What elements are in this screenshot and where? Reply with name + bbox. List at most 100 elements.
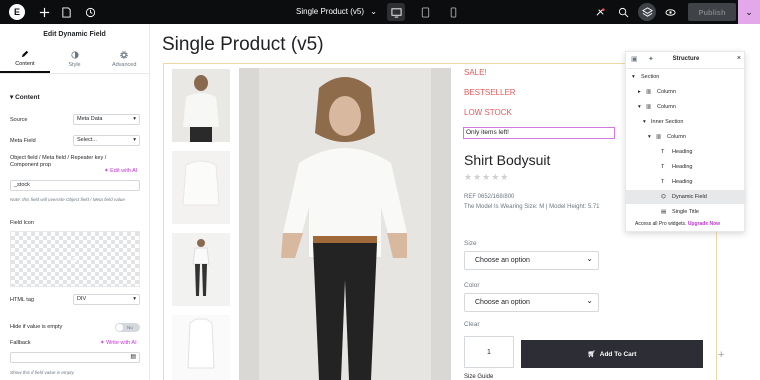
sale-badge[interactable]: SALE! xyxy=(464,68,487,77)
section-content-header[interactable]: ▾ Content xyxy=(10,93,40,101)
hide-if-empty-toggle[interactable]: No xyxy=(115,323,140,332)
tree-item-label: Dynamic Field xyxy=(672,194,707,200)
tree-item-single-title[interactable]: ▤ Single Title xyxy=(626,205,746,219)
tab-content[interactable]: Content xyxy=(0,46,50,73)
mobile-icon[interactable] xyxy=(445,4,461,20)
write-with-ai-label: Write with AI xyxy=(106,340,137,346)
tree-item-column[interactable]: ▸ ▥ Column xyxy=(626,85,746,99)
section-label: Content xyxy=(15,94,40,101)
product-thumbnail[interactable] xyxy=(172,233,230,306)
meta-field-label: Meta Field xyxy=(10,138,36,144)
page-heading[interactable]: Single Product (v5) xyxy=(162,34,324,56)
preview-icon[interactable] xyxy=(662,4,678,20)
size-select[interactable]: Choose an option xyxy=(464,250,599,270)
tree-item-column[interactable]: ▾ ▥ Column xyxy=(626,130,746,144)
object-field-input[interactable]: _stock xyxy=(10,180,140,191)
product-thumbnail[interactable] xyxy=(172,315,230,380)
column-icon: ▥ xyxy=(646,89,652,95)
add-to-cart-label: Add To Cart xyxy=(599,350,637,358)
upgrade-link[interactable]: Upgrade Now xyxy=(688,221,720,227)
publish-options-button[interactable]: ⌄ xyxy=(738,0,760,24)
product-thumbnail-image xyxy=(172,151,230,224)
tree-item-column[interactable]: ▾ ▥ Column xyxy=(626,100,746,114)
chevron-down-icon: ▾ xyxy=(638,104,641,110)
low-stock-badge[interactable]: LOW STOCK xyxy=(464,108,512,117)
hide-if-empty-label: Hide if value is empty xyxy=(10,324,63,330)
search-icon[interactable] xyxy=(615,4,631,20)
tablet-icon[interactable] xyxy=(417,4,433,20)
dynamic-field-widget[interactable]: Only items left! xyxy=(463,127,615,139)
tree-item-heading[interactable]: T Heading xyxy=(626,160,746,174)
dynamic-field-icon: ⌬ xyxy=(661,194,666,200)
object-field-note: Note: this field will override Object fi… xyxy=(10,197,125,202)
write-with-ai-link[interactable]: ✦ Write with AI xyxy=(100,340,137,346)
tree-item-inner-section[interactable]: ▾ Inner Section xyxy=(626,115,746,129)
chevron-down-icon: ▾ xyxy=(648,134,651,140)
html-tag-select[interactable]: DIV xyxy=(73,294,140,305)
history-icon[interactable] xyxy=(82,4,98,20)
tree-item-heading[interactable]: T Heading xyxy=(626,145,746,159)
field-icon-label: Field Icon xyxy=(10,220,34,226)
tab-advanced[interactable]: Advanced xyxy=(99,46,149,73)
source-label: Source xyxy=(10,117,28,123)
tree-item-label: Column xyxy=(657,89,676,95)
model-photo xyxy=(239,68,451,380)
tree-item-label: Inner Section xyxy=(651,119,684,125)
desktop-icon[interactable] xyxy=(388,4,404,20)
site-settings-icon[interactable] xyxy=(58,4,74,20)
upgrade-text: Access all Pro widgets. xyxy=(635,221,687,227)
structure-icon[interactable] xyxy=(639,4,655,20)
quantity-input[interactable]: 1 xyxy=(464,336,514,368)
column-icon: ▥ xyxy=(656,134,662,140)
tree-item-heading[interactable]: T Heading xyxy=(626,175,746,189)
page-title-dropdown[interactable]: Single Product (v5) ⌄ xyxy=(296,0,377,24)
cart-icon: 🛒︎ xyxy=(587,351,596,358)
tab-label: Style xyxy=(68,62,81,68)
fallback-input[interactable]: ▤ xyxy=(10,352,140,363)
product-main-image[interactable] xyxy=(239,68,451,380)
tab-style[interactable]: Style xyxy=(50,46,100,73)
product-thumbnail[interactable] xyxy=(172,69,230,142)
text-editor-icon: ▤ xyxy=(130,354,136,360)
fallback-note: Show this if field value is empty xyxy=(10,370,74,375)
tree-item-label: Column xyxy=(667,134,686,140)
color-select[interactable]: Choose an option xyxy=(464,292,599,312)
product-thumbnail[interactable] xyxy=(172,151,230,224)
notifications-icon[interactable] xyxy=(592,4,608,20)
tree-item-section[interactable]: ▾ Section xyxy=(626,70,746,84)
field-icon-picker[interactable] xyxy=(10,231,140,287)
tree-item-label: Column xyxy=(657,104,676,110)
ai-sparkle-icon: ✦ xyxy=(100,340,105,346)
heading-icon: T xyxy=(661,164,665,170)
chevron-down-icon: ▾ xyxy=(643,119,646,125)
tab-label: Advanced xyxy=(111,62,137,68)
elementor-logo[interactable]: E xyxy=(9,4,25,20)
upload-icon xyxy=(72,255,80,262)
html-tag-label: HTML tag xyxy=(10,297,34,303)
gear-icon xyxy=(120,51,128,59)
tree-item-label: Heading xyxy=(672,149,693,155)
rating-stars: ★★★★★ xyxy=(464,172,510,182)
tree-item-label: Heading xyxy=(672,179,693,185)
tree-item-dynamic-field[interactable]: ⌬ Dynamic Field xyxy=(626,190,746,204)
publish-button[interactable]: Publish xyxy=(688,3,736,21)
source-select[interactable]: Meta Data xyxy=(73,114,140,125)
add-to-cart-button[interactable]: 🛒︎ Add To Cart xyxy=(521,340,703,368)
size-guide-link[interactable]: Size Guide xyxy=(464,374,493,380)
clear-link[interactable]: Clear xyxy=(464,321,480,328)
add-icon[interactable] xyxy=(36,4,52,20)
fallback-label: Fallback xyxy=(10,340,31,346)
edit-with-ai-link[interactable]: ✦ Edit with AI xyxy=(104,168,137,174)
bestseller-badge[interactable]: BESTSELLER xyxy=(464,88,516,97)
close-icon[interactable]: × xyxy=(737,55,741,62)
heading-icon: T xyxy=(661,149,665,155)
column-icon: ▥ xyxy=(646,104,652,110)
meta-field-select[interactable]: Select... xyxy=(73,135,140,146)
add-element-icon[interactable]: + xyxy=(718,349,724,361)
product-title[interactable]: Shirt Bodysuit xyxy=(464,152,550,168)
chevron-down-icon: ⌄ xyxy=(745,6,753,17)
edit-with-ai-label: Edit with AI xyxy=(110,168,138,174)
panel-tabs: Content Style Advanced xyxy=(0,46,149,74)
half-circle-icon xyxy=(70,51,79,59)
tree-item-label: Single Title xyxy=(672,209,699,215)
